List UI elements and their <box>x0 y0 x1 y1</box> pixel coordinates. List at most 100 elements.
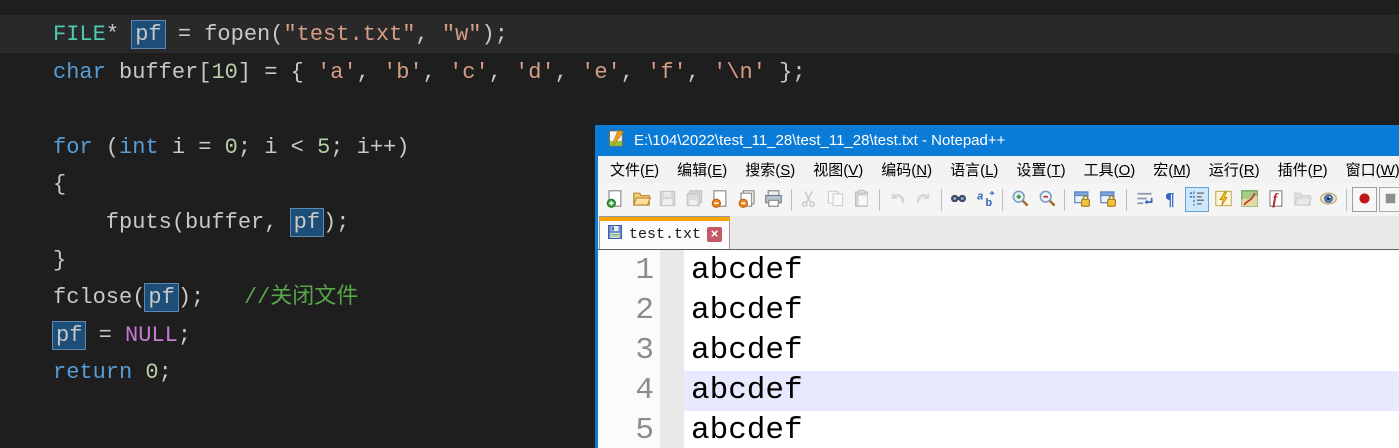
toolbar-separator <box>790 188 792 211</box>
close-all-button[interactable] <box>735 187 759 212</box>
save-all-button[interactable] <box>682 187 706 212</box>
replace-button[interactable]: ab <box>973 187 997 212</box>
symbol-reference-highlight: pf <box>144 283 179 313</box>
menu-plugins[interactable]: 插件(P) <box>1269 157 1337 182</box>
tab-label: test.txt <box>629 226 702 243</box>
menu-encoding[interactable]: 编码(N) <box>872 157 941 182</box>
undo-button[interactable] <box>885 187 909 212</box>
doc-switcher-button[interactable]: f <box>1264 187 1288 212</box>
open-file-icon <box>632 189 652 211</box>
line-text: abcdef <box>691 413 803 448</box>
doc-line[interactable]: 1 abcdef <box>598 251 1399 291</box>
menu-run[interactable]: 运行(R) <box>1200 157 1269 182</box>
save-icon <box>658 189 677 211</box>
window-title: E:\104\2022\test_11_28\test_11_28\test.t… <box>634 132 1006 149</box>
copy-icon <box>826 189 845 211</box>
document-area[interactable]: 1 abcdef 2 abcdef 3 abcdef 4 abcdef 5 abcdef <box>598 249 1399 448</box>
cut-icon <box>799 189 818 211</box>
save-all-icon <box>685 189 704 211</box>
menu-language[interactable]: 语言(L) <box>941 157 1007 182</box>
doc-line[interactable]: 5 abcdef <box>598 411 1399 448</box>
line-number: 5 <box>635 413 654 448</box>
line-number: 4 <box>635 373 654 408</box>
menu-file[interactable]: 文件(F) <box>601 157 668 182</box>
find-button[interactable] <box>947 187 971 212</box>
doc-line[interactable]: 2 abcdef <box>598 291 1399 331</box>
document-map-icon <box>1240 189 1259 211</box>
zoom-out-icon <box>1038 189 1057 211</box>
toolbar-separator <box>1126 188 1128 211</box>
cut-button[interactable] <box>797 187 821 212</box>
sync-vertical-icon <box>1073 189 1092 211</box>
screenshot-root: FILE* pf = fopen("test.txt", "w"); char b… <box>0 0 1399 448</box>
show-all-characters-button[interactable]: ¶ <box>1158 187 1182 212</box>
menu-bar: 文件(F) 编辑(E) 搜索(S) 视图(V) 编码(N) 语言(L) 设置(T) 工具(O)… <box>598 156 1399 183</box>
print-icon <box>764 189 783 211</box>
toolbar-separator <box>940 188 942 211</box>
titlebar[interactable]: E:\104\2022\test_11_28\test_11_28\test.t… <box>598 125 1399 156</box>
stop-macro-button[interactable] <box>1378 187 1399 212</box>
monitoring-button[interactable] <box>1317 187 1341 212</box>
print-button[interactable] <box>761 187 785 212</box>
zoom-in-button[interactable] <box>1008 187 1032 212</box>
indent-guide-icon <box>1188 189 1207 211</box>
menu-macro[interactable]: 宏(M) <box>1144 157 1200 182</box>
toolbar-separator <box>1064 188 1066 211</box>
doc-line-current[interactable]: 4 abcdef <box>598 371 1399 411</box>
menu-search[interactable]: 搜索(S) <box>736 157 804 182</box>
document-map-button[interactable] <box>1238 187 1262 212</box>
paste-button[interactable] <box>850 187 874 212</box>
folder-workspace-button[interactable] <box>1290 187 1314 212</box>
redo-icon <box>914 189 933 211</box>
sync-horizontal-button[interactable] <box>1097 187 1121 212</box>
close-file-button[interactable] <box>709 187 733 212</box>
function-list-button[interactable] <box>1211 187 1235 212</box>
doc-switcher-icon: f <box>1267 189 1286 211</box>
svg-text:¶: ¶ <box>1165 189 1175 208</box>
replace-icon: ab <box>976 189 995 211</box>
line-number: 3 <box>635 333 654 368</box>
symbol-reference-highlight: pf <box>51 320 87 350</box>
folder-workspace-icon <box>1293 189 1313 211</box>
save-button[interactable] <box>656 187 680 212</box>
sync-horizontal-icon <box>1099 189 1118 211</box>
paste-icon <box>852 189 871 211</box>
sync-vertical-button[interactable] <box>1070 187 1094 212</box>
record-macro-button[interactable] <box>1352 187 1377 212</box>
symbol-reference-highlight: pf <box>289 207 325 237</box>
menu-window[interactable]: 窗口(W) <box>1337 157 1399 182</box>
menu-edit[interactable]: 编辑(E) <box>668 157 736 182</box>
copy-button[interactable] <box>823 187 847 212</box>
line-text: abcdef <box>691 293 803 328</box>
menu-view[interactable]: 视图(V) <box>804 157 872 182</box>
svg-text:a: a <box>977 190 983 202</box>
word-wrap-button[interactable] <box>1132 187 1156 212</box>
record-macro-icon <box>1355 189 1374 211</box>
toolbar: a b ¶ f <box>598 183 1399 216</box>
indent-guide-button[interactable] <box>1184 187 1210 212</box>
line-number: 2 <box>635 293 654 328</box>
tab-close-icon[interactable]: × <box>707 227 723 242</box>
doc-line[interactable]: 3 abcdef <box>598 331 1399 371</box>
monitoring-icon <box>1319 189 1338 211</box>
toolbar-separator <box>878 188 880 211</box>
notepadpp-app-icon <box>607 129 626 152</box>
svg-text:b: b <box>985 197 992 208</box>
menu-tools[interactable]: 工具(O) <box>1075 157 1145 182</box>
zoom-out-button[interactable] <box>1035 187 1059 212</box>
open-file-button[interactable] <box>629 187 653 212</box>
function-list-icon <box>1214 189 1233 211</box>
zoom-in-icon <box>1011 189 1030 211</box>
toolbar-separator <box>1002 188 1004 211</box>
new-file-button[interactable] <box>603 187 627 212</box>
undo-icon <box>888 189 907 211</box>
line-number: 1 <box>635 253 654 288</box>
word-wrap-icon <box>1135 189 1154 211</box>
tab-test-txt[interactable]: test.txt × <box>599 216 731 249</box>
redo-button[interactable] <box>911 187 935 212</box>
new-file-icon <box>606 189 625 211</box>
document-lines: 1 abcdef 2 abcdef 3 abcdef 4 abcdef 5 abcdef <box>598 251 1399 448</box>
menu-settings[interactable]: 设置(T) <box>1007 157 1074 182</box>
tab-bar: test.txt × <box>598 216 1399 249</box>
